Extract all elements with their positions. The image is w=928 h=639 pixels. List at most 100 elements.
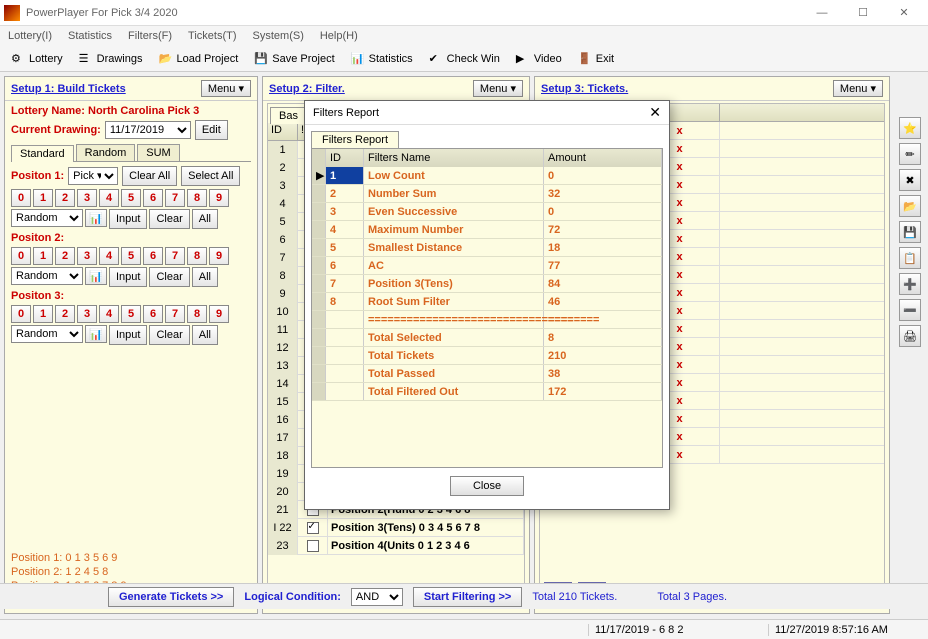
report-row-3[interactable]: 4 Maximum Number 72 (312, 221, 662, 239)
toolbar-statistics[interactable]: 📊Statistics (344, 49, 420, 69)
menu-statistics[interactable]: Statistics (68, 30, 112, 42)
toolbar-check-win[interactable]: ✔Check Win (422, 49, 507, 69)
copy-tool-button[interactable]: 📋 (899, 247, 921, 269)
filter-22-checkbox[interactable] (307, 522, 319, 534)
pos3-input-button[interactable]: Input (109, 325, 147, 345)
drawing-date-combo[interactable]: 11/17/2019 (105, 121, 191, 139)
pos1-input-button[interactable]: Input (109, 209, 147, 229)
pos3-digit-1[interactable]: 1 (33, 305, 53, 323)
pos1-digit-4[interactable]: 4 (99, 189, 119, 207)
menu-filters[interactable]: Filters(F) (128, 30, 172, 42)
pos1-chart-icon[interactable]: 📊 (85, 209, 107, 227)
pos3-digit-8[interactable]: 8 (187, 305, 207, 323)
pos3-action-combo[interactable]: Random (11, 325, 83, 343)
pos3-digit-5[interactable]: 5 (121, 305, 141, 323)
pos3-digit-0[interactable]: 0 (11, 305, 31, 323)
pos3-chart-icon[interactable]: 📊 (85, 325, 107, 343)
pos2-digit-7[interactable]: 7 (165, 247, 185, 265)
report-row-4[interactable]: 5 Smallest Distance 18 (312, 239, 662, 257)
tab-standard[interactable]: Standard (11, 145, 74, 162)
delete-tool-button[interactable]: ✖ (899, 169, 921, 191)
toolbar-drawings[interactable]: ☰Drawings (72, 49, 150, 69)
pos3-digit-9[interactable]: 9 (209, 305, 229, 323)
position-1-mode[interactable]: Pick ▾ (68, 167, 118, 185)
report-row-6[interactable]: 7 Position 3(Tens) 84 (312, 275, 662, 293)
pos1-digit-7[interactable]: 7 (165, 189, 185, 207)
panel1-menu-button[interactable]: Menu ▾ (201, 80, 251, 97)
pos1-digit-1[interactable]: 1 (33, 189, 53, 207)
pos1-all-button[interactable]: All (192, 209, 218, 229)
report-row-0[interactable]: ▶ 1 Low Count 0 (312, 167, 662, 185)
report-row-2[interactable]: 3 Even Successive 0 (312, 203, 662, 221)
report-row-9[interactable]: Total Selected 8 (312, 329, 662, 347)
pos1-action-combo[interactable]: Random (11, 209, 83, 227)
toolbar-load-project[interactable]: 📂Load Project (152, 49, 246, 69)
pos2-digit-5[interactable]: 5 (121, 247, 141, 265)
pos1-digit-5[interactable]: 5 (121, 189, 141, 207)
toolbar-lottery[interactable]: ⚙Lottery (4, 49, 70, 69)
pos3-digit-7[interactable]: 7 (165, 305, 185, 323)
report-row-10[interactable]: Total Tickets 210 (312, 347, 662, 365)
menu-system[interactable]: System(S) (253, 30, 304, 42)
tab-sum[interactable]: SUM (137, 144, 179, 161)
generate-tickets-button[interactable]: Generate Tickets >> (108, 587, 234, 607)
tab-random[interactable]: Random (76, 144, 136, 161)
report-row-5[interactable]: 6 AC 77 (312, 257, 662, 275)
toolbar-save-project[interactable]: 💾Save Project (247, 49, 341, 69)
filter-row-22[interactable]: I 22Position 3(Tens) 0 3 4 5 6 7 8 (268, 519, 524, 537)
plus-tool-button[interactable]: ➕ (899, 273, 921, 295)
pos2-digit-2[interactable]: 2 (55, 247, 75, 265)
star-tool-button[interactable]: ⭐ (899, 117, 921, 139)
pos2-action-combo[interactable]: Random (11, 267, 83, 285)
pos3-all-button[interactable]: All (192, 325, 218, 345)
close-button[interactable]: ✕ (884, 2, 924, 24)
menu-help[interactable]: Help(H) (320, 30, 358, 42)
pos2-digit-4[interactable]: 4 (99, 247, 119, 265)
pos1-digit-3[interactable]: 3 (77, 189, 97, 207)
pos2-all-button[interactable]: All (192, 267, 218, 287)
menu-tickets[interactable]: Tickets(T) (188, 30, 236, 42)
toolbar-exit[interactable]: 🚪Exit (571, 49, 621, 69)
pos1-clear-button[interactable]: Clear (149, 209, 189, 229)
report-row-8[interactable]: ================================ =======… (312, 311, 662, 329)
pos2-chart-icon[interactable]: 📊 (85, 267, 107, 285)
report-row-1[interactable]: 2 Number Sum 32 (312, 185, 662, 203)
report-row-11[interactable]: Total Passed 38 (312, 365, 662, 383)
modal-tab[interactable]: Filters Report (311, 131, 399, 148)
eraser-tool-button[interactable]: ✏ (899, 143, 921, 165)
pos3-digit-3[interactable]: 3 (77, 305, 97, 323)
modal-close-button[interactable]: Close (450, 476, 524, 496)
pos1-digit-9[interactable]: 9 (209, 189, 229, 207)
pos2-digit-3[interactable]: 3 (77, 247, 97, 265)
minimize-button[interactable]: — (802, 2, 842, 24)
filter-23-checkbox[interactable] (307, 540, 319, 552)
pos2-digit-6[interactable]: 6 (143, 247, 163, 265)
pos2-digit-8[interactable]: 8 (187, 247, 207, 265)
pos2-digit-1[interactable]: 1 (33, 247, 53, 265)
report-row-7[interactable]: 8 Root Sum Filter 46 (312, 293, 662, 311)
select-all-button[interactable]: Select All (181, 166, 240, 186)
pos2-digit-0[interactable]: 0 (11, 247, 31, 265)
filter-row-23[interactable]: 23Position 4(Units 0 1 2 3 4 6 (268, 537, 524, 555)
minus-tool-button[interactable]: ➖ (899, 299, 921, 321)
maximize-button[interactable]: ☐ (843, 2, 883, 24)
pos1-digit-2[interactable]: 2 (55, 189, 75, 207)
save-tool-button[interactable]: 💾 (899, 221, 921, 243)
edit-button[interactable]: Edit (195, 120, 228, 140)
filter-tab-basic[interactable]: Bas (270, 107, 307, 124)
menu-lottery[interactable]: Lottery(I) (8, 30, 52, 42)
print-tool-button[interactable]: 🖨 (899, 325, 921, 347)
report-row-12[interactable]: Total Filtered Out 172 (312, 383, 662, 401)
pos3-digit-4[interactable]: 4 (99, 305, 119, 323)
pos3-digit-2[interactable]: 2 (55, 305, 75, 323)
modal-close-icon[interactable]: ✕ (649, 104, 661, 121)
pos3-clear-button[interactable]: Clear (149, 325, 189, 345)
panel2-menu-button[interactable]: Menu ▾ (473, 80, 523, 97)
pos1-digit-8[interactable]: 8 (187, 189, 207, 207)
logical-condition-combo[interactable]: AND (351, 588, 403, 606)
pos2-input-button[interactable]: Input (109, 267, 147, 287)
panel3-menu-button[interactable]: Menu ▾ (833, 80, 883, 97)
pos2-clear-button[interactable]: Clear (149, 267, 189, 287)
pos1-digit-0[interactable]: 0 (11, 189, 31, 207)
open-tool-button[interactable]: 📂 (899, 195, 921, 217)
